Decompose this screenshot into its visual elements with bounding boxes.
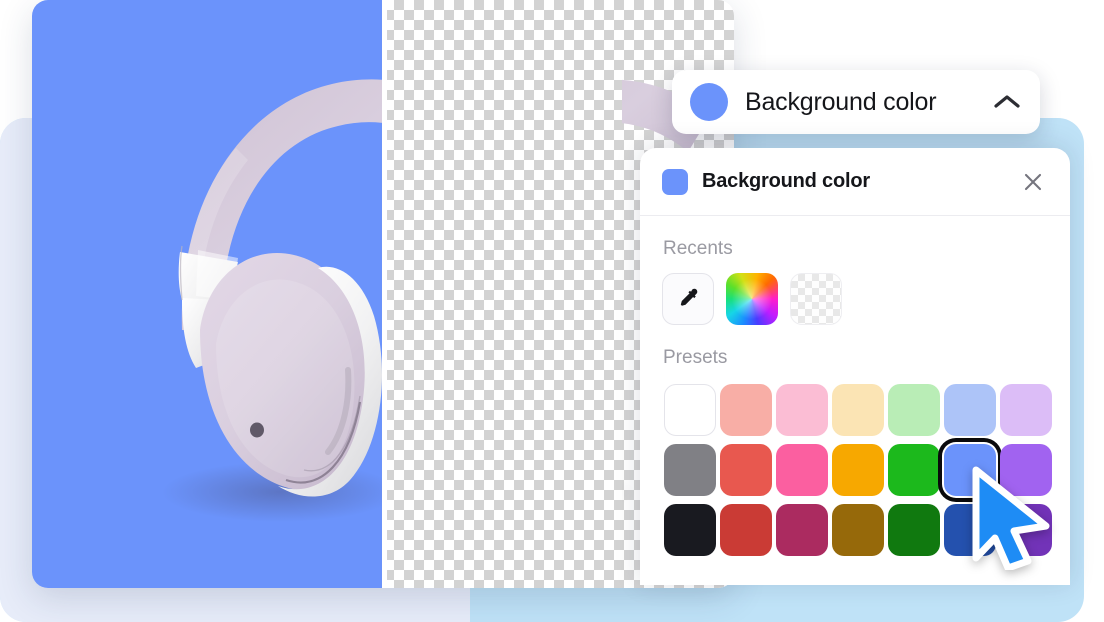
presets-swatch-grid [662, 382, 1052, 558]
preset-swatch-5[interactable] [942, 382, 998, 438]
preset-swatch-2[interactable] [774, 382, 830, 438]
swatch-color [664, 384, 716, 436]
swatch-color [720, 444, 772, 496]
background-color-panel: Background color Recents Presets [640, 148, 1070, 585]
preset-swatch-0[interactable] [662, 382, 718, 438]
transparent-color-button[interactable] [790, 273, 842, 325]
preset-swatch-9[interactable] [774, 442, 830, 498]
swatch-color [720, 504, 772, 556]
image-preview-card[interactable] [32, 0, 734, 588]
swatch-color [720, 384, 772, 436]
preset-swatch-6[interactable] [998, 382, 1054, 438]
preset-swatch-7[interactable] [662, 442, 718, 498]
swatch-color [832, 504, 884, 556]
panel-title: Background color [702, 170, 870, 192]
recents-section-label: Recents [663, 238, 733, 259]
chevron-up-icon[interactable] [992, 92, 1022, 112]
preset-swatch-8[interactable] [718, 442, 774, 498]
preset-swatch-10[interactable] [830, 442, 886, 498]
background-color-dropdown[interactable]: Background color [672, 70, 1040, 134]
swatch-color [1000, 444, 1052, 496]
preset-swatch-3[interactable] [830, 382, 886, 438]
swatch-color [664, 444, 716, 496]
preset-swatch-11[interactable] [886, 442, 942, 498]
preset-swatch-13[interactable] [998, 442, 1054, 498]
preset-swatch-18[interactable] [886, 502, 942, 558]
preset-swatch-20[interactable] [998, 502, 1054, 558]
preset-swatch-4[interactable] [886, 382, 942, 438]
swatch-color [944, 444, 996, 496]
panel-body: Recents Presets [640, 216, 1070, 558]
swatch-color [776, 444, 828, 496]
eyedropper-button[interactable] [662, 273, 714, 325]
swatch-color [888, 504, 940, 556]
preset-swatch-17[interactable] [830, 502, 886, 558]
panel-title-swatch [662, 168, 688, 195]
before-after-divider[interactable] [382, 0, 387, 588]
swatch-color [832, 384, 884, 436]
swatch-color [1000, 504, 1052, 556]
preset-swatch-19[interactable] [942, 502, 998, 558]
background-color-swatch [690, 83, 728, 121]
screenshot-stage: Background color Background color Recent… [0, 0, 1104, 622]
close-icon[interactable] [1018, 167, 1048, 197]
swatch-color [832, 444, 884, 496]
color-wheel-button[interactable] [726, 273, 778, 325]
background-color-dropdown-label: Background color [745, 87, 937, 116]
preset-swatch-15[interactable] [718, 502, 774, 558]
preset-swatch-14[interactable] [662, 502, 718, 558]
preset-swatch-16[interactable] [774, 502, 830, 558]
swatch-color [944, 504, 996, 556]
swatch-color [776, 384, 828, 436]
panel-header: Background color [640, 148, 1070, 216]
eyedropper-icon [680, 288, 698, 306]
swatch-color [1000, 384, 1052, 436]
swatch-color [944, 384, 996, 436]
recents-swatch-row [662, 273, 1048, 325]
preset-swatch-1[interactable] [718, 382, 774, 438]
swatch-color [888, 384, 940, 436]
swatch-color [888, 444, 940, 496]
swatch-color [776, 504, 828, 556]
swatch-color [664, 504, 716, 556]
presets-section-label: Presets [663, 347, 728, 368]
preset-swatch-12-selected[interactable] [942, 442, 998, 498]
